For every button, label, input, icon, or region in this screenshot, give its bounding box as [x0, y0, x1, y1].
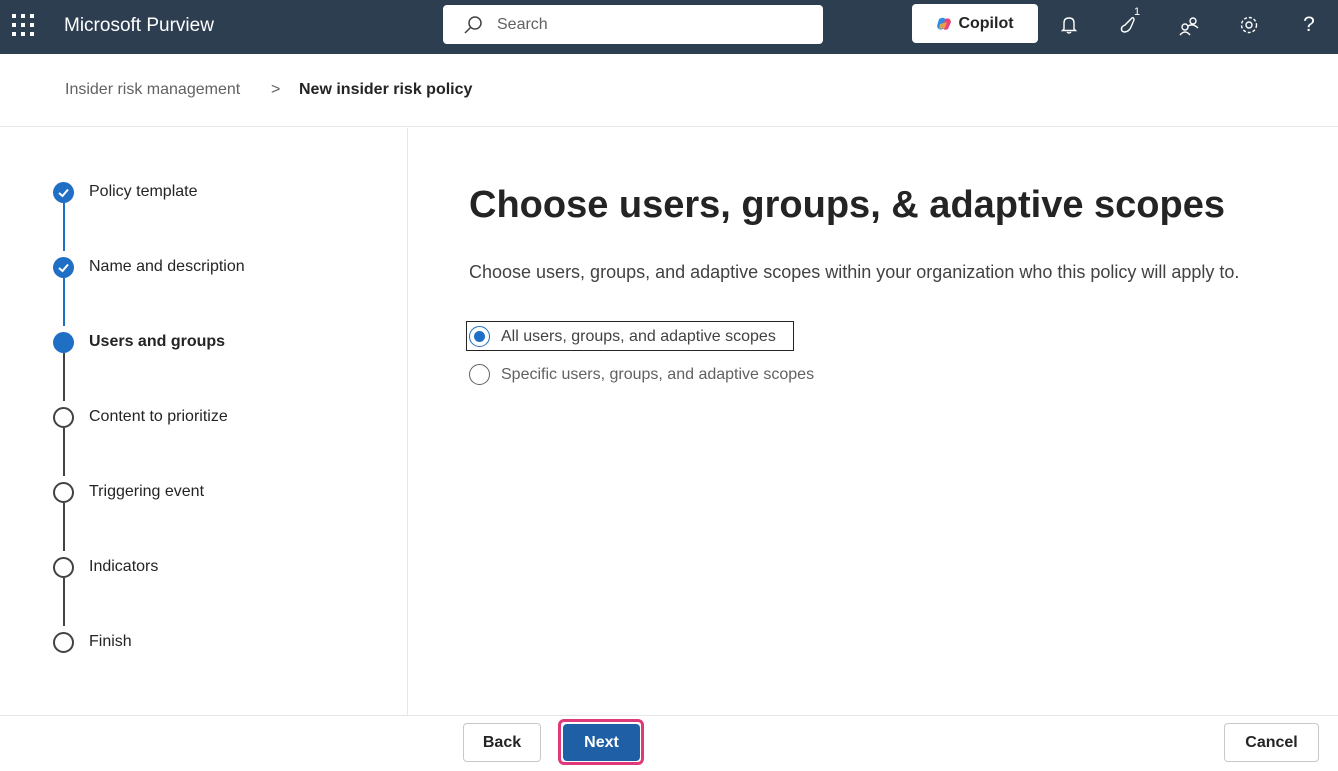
radio-specific-users-label: Specific users, groups, and adaptive sco…	[501, 365, 815, 383]
pending-step-icon	[53, 557, 74, 578]
radio-all-users[interactable]: All users, groups, and adaptive scopes	[469, 326, 776, 347]
breadcrumb-parent-link[interactable]: Insider risk management	[65, 80, 240, 100]
copilot-button[interactable]: Copilot	[912, 4, 1038, 43]
whats-new-count-badge: 1	[1134, 6, 1141, 18]
copilot-icon	[937, 17, 952, 30]
page-description: Choose users, groups, and adaptive scope…	[469, 262, 1240, 282]
step-triggering-event[interactable]: Triggering event	[89, 482, 204, 502]
cancel-button[interactable]: Cancel	[1224, 723, 1319, 762]
step-connector	[63, 578, 65, 626]
checkmark-icon	[53, 182, 74, 203]
page-title: Choose users, groups, & adaptive scopes	[469, 184, 1225, 226]
search-icon	[464, 16, 482, 34]
search-input[interactable]	[497, 14, 797, 36]
wizard-footer	[0, 715, 1338, 771]
top-bar: Microsoft Purview Copilot 1	[0, 0, 1338, 54]
step-indicators[interactable]: Indicators	[89, 557, 158, 577]
gear-icon[interactable]	[1236, 12, 1262, 38]
copilot-label: Copilot	[958, 14, 1014, 32]
breadcrumb-current: New insider risk policy	[299, 81, 473, 98]
bell-icon[interactable]	[1056, 12, 1082, 38]
step-users-and-groups[interactable]: Users and groups	[89, 332, 225, 352]
step-policy-template[interactable]: Policy template	[89, 182, 198, 202]
pending-step-icon	[53, 482, 74, 503]
step-content-to-prioritize[interactable]: Content to prioritize	[89, 407, 228, 427]
checkmark-icon	[53, 257, 74, 278]
back-button[interactable]: Back	[463, 723, 541, 762]
help-icon[interactable]: ?	[1296, 12, 1322, 38]
app-launcher-icon[interactable]	[12, 14, 34, 36]
radio-specific-users[interactable]: Specific users, groups, and adaptive sco…	[469, 364, 814, 385]
next-button[interactable]: Next	[563, 724, 640, 761]
radio-dot	[474, 331, 485, 342]
step-connector	[63, 428, 65, 476]
current-step-icon	[53, 332, 74, 353]
app-title[interactable]: Microsoft Purview	[64, 14, 214, 38]
people-icon[interactable]	[1176, 12, 1202, 38]
step-finish[interactable]: Finish	[89, 632, 132, 652]
step-connector	[63, 353, 65, 401]
breadcrumb-separator-icon: >	[271, 81, 281, 98]
step-name-and-description[interactable]: Name and description	[89, 257, 245, 277]
step-connector	[63, 278, 65, 326]
step-connector	[63, 503, 65, 551]
pending-step-icon	[53, 407, 74, 428]
radio-button-selected[interactable]	[469, 326, 490, 347]
step-connector	[63, 203, 65, 251]
radio-all-users-label: All users, groups, and adaptive scopes	[501, 327, 776, 345]
pending-step-icon	[53, 632, 74, 653]
search-box[interactable]	[443, 5, 823, 44]
radio-button-unselected[interactable]	[469, 364, 490, 385]
